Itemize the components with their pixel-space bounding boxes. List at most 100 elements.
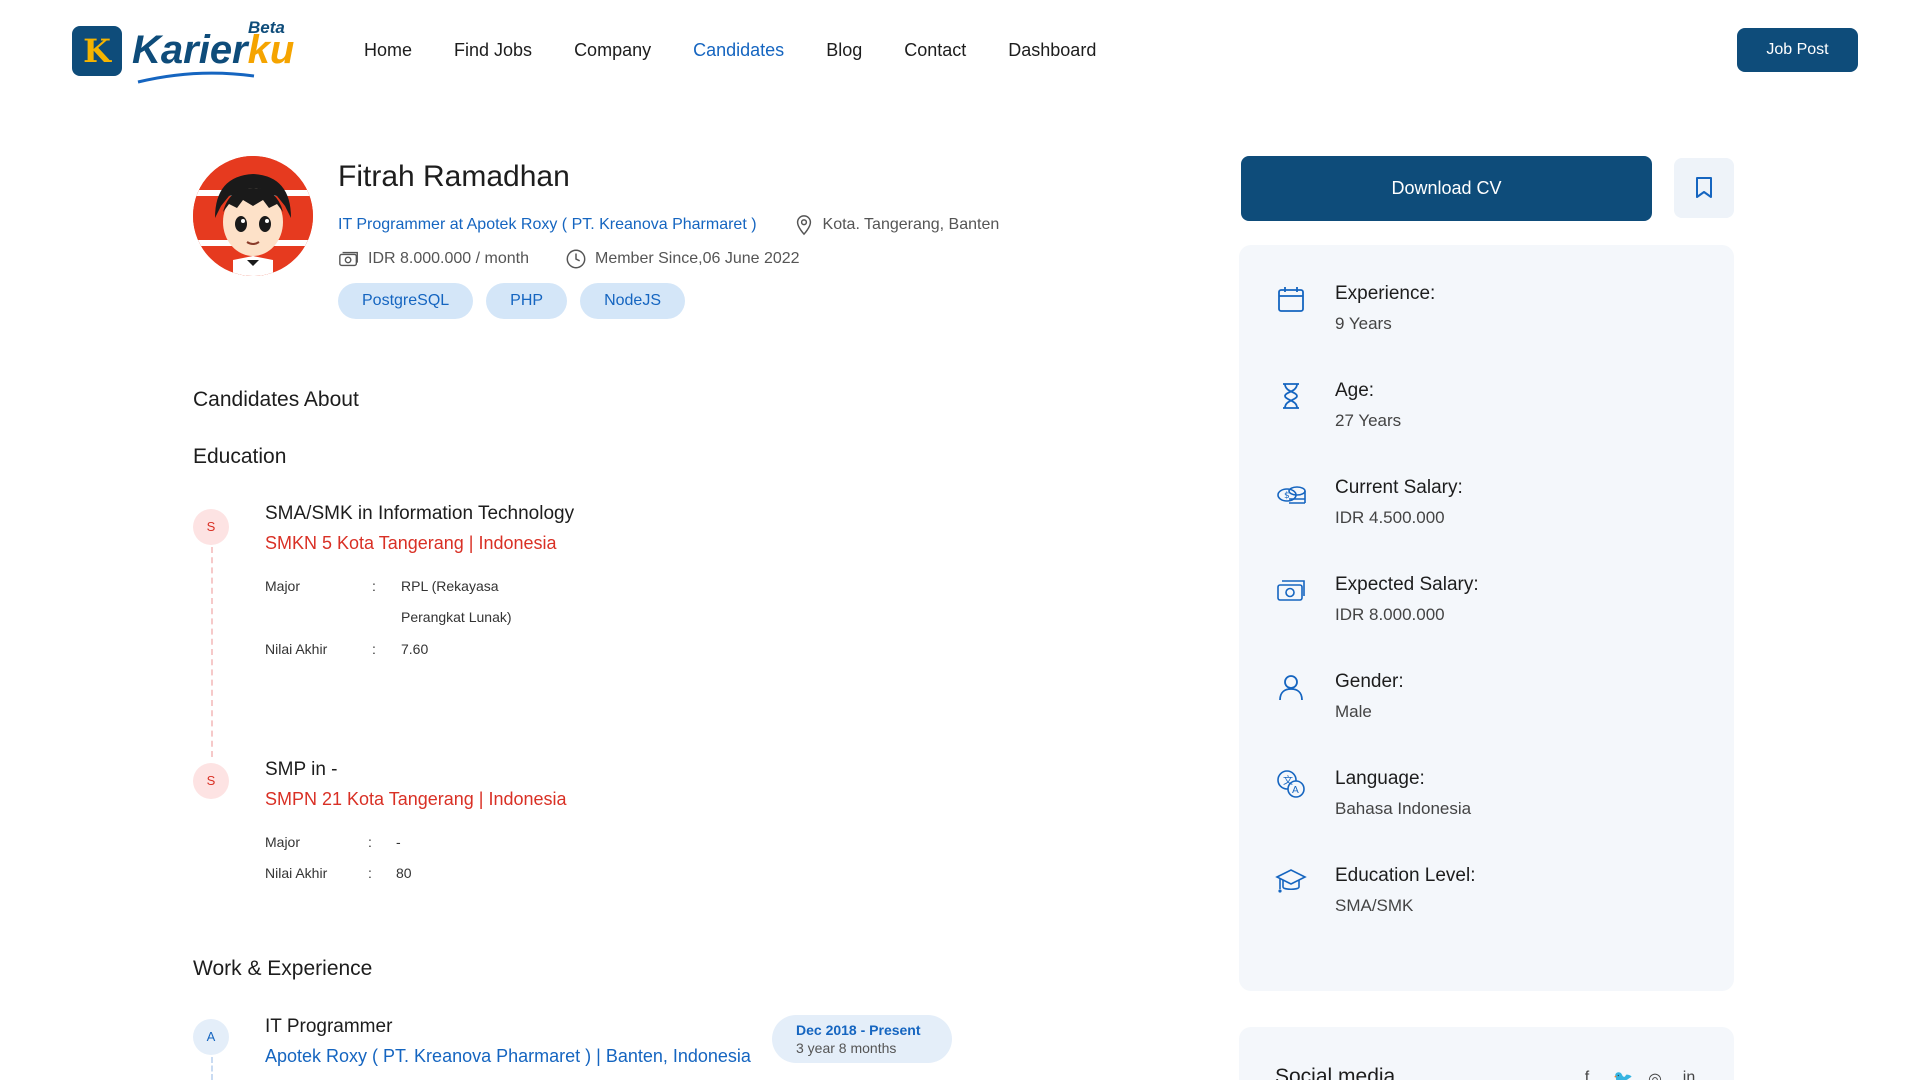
major-label: Major [265, 578, 301, 594]
calendar-icon [1278, 287, 1304, 312]
coins-icon: $ [1277, 486, 1306, 504]
work-company[interactable]: Apotek Roxy ( PT. Kreanova Pharmaret ) |… [265, 1046, 751, 1067]
skill-tags: PostgreSQL PHP NodeJS [338, 283, 685, 319]
money-icon [339, 251, 358, 267]
social-media-card: Social media f 🐦 ◎ in [1239, 1027, 1734, 1080]
overview-value: IDR 8.000.000 [1335, 605, 1445, 624]
clock-icon [566, 249, 586, 269]
candidate-location: Kota. Tangerang, Banten [822, 216, 1000, 233]
overview-age: Age: 27 Years [1239, 342, 1734, 430]
overview-current-salary: $ Current Salary: IDR 4.500.000 [1239, 439, 1734, 527]
education-school[interactable]: SMKN 5 Kota Tangerang | Indonesia [265, 533, 557, 554]
nav-home[interactable]: Home [364, 38, 412, 62]
timeline-dot: S [193, 763, 229, 799]
overview-education-level: Education Level: SMA/SMK [1239, 827, 1734, 915]
overview-gender: Gender: Male [1239, 633, 1734, 721]
candidate-salary: IDR 8.000.000 / month [368, 250, 529, 267]
graduation-cap-icon [1275, 869, 1307, 893]
timeline-line [211, 1057, 213, 1080]
facebook-icon[interactable]: f [1579, 1069, 1595, 1080]
colon: : [372, 578, 376, 594]
overview-value: IDR 4.500.000 [1335, 508, 1445, 527]
grade-label: Nilai Akhir [265, 865, 328, 881]
site-logo[interactable]: K Karierku Beta [72, 18, 302, 84]
work-heading: Work & Experience [193, 957, 373, 980]
user-icon [1279, 675, 1303, 701]
nav-candidates[interactable]: Candidates [693, 38, 784, 62]
timeline-line [211, 547, 213, 757]
nav-find-jobs[interactable]: Find Jobs [454, 38, 532, 62]
candidate-member-since: Member Since,06 June 2022 [594, 250, 800, 267]
overview-value: 27 Years [1335, 411, 1402, 430]
logo-letter: K [83, 32, 111, 70]
logo-swoosh [137, 71, 255, 84]
overview-label: Language: [1335, 768, 1425, 789]
major-label: Major [265, 834, 301, 850]
nav-dashboard[interactable]: Dashboard [1008, 38, 1096, 62]
work-title: IT Programmer [265, 1016, 393, 1037]
instagram-icon[interactable]: ◎ [1647, 1069, 1663, 1080]
overview-language: 文A Language: Bahasa Indonesia [1239, 730, 1734, 818]
about-heading: Candidates About [193, 388, 359, 411]
linkedin-icon[interactable]: in [1681, 1069, 1697, 1080]
overview-expected-salary: Expected Salary: IDR 8.000.000 [1239, 536, 1734, 624]
nav-contact[interactable]: Contact [904, 38, 966, 62]
timeline-dot: A [193, 1019, 229, 1055]
grade-value: 80 [396, 865, 412, 881]
overview-label: Experience: [1335, 283, 1436, 304]
overview-experience: Experience: 9 Years [1239, 245, 1734, 333]
svg-text:$: $ [1284, 491, 1290, 501]
social-icon-list: f 🐦 ◎ in [1579, 1069, 1697, 1080]
overview-value: SMA/SMK [1335, 896, 1414, 915]
education-heading: Education [193, 445, 287, 468]
main-nav: Home Find Jobs Company Candidates Blog C… [364, 38, 1138, 62]
logo-text-main: Karier [132, 28, 248, 72]
candidate-role[interactable]: IT Programmer at Apotek Roxy ( PT. Krean… [338, 216, 757, 234]
avatar-illustration [193, 156, 313, 276]
colon: : [368, 834, 372, 850]
overview-value: Bahasa Indonesia [1335, 799, 1472, 818]
overview-label: Gender: [1335, 671, 1404, 692]
timeline-dot: S [193, 509, 229, 545]
education-school[interactable]: SMPN 21 Kota Tangerang | Indonesia [265, 789, 567, 810]
job-post-button[interactable]: Job Post [1737, 28, 1858, 72]
candidate-overview-card: Experience: 9 Years Age: 27 Years $ Curr… [1239, 245, 1734, 991]
twitter-icon[interactable]: 🐦 [1613, 1069, 1633, 1080]
bookmark-icon [1696, 177, 1712, 198]
svg-text:A: A [1292, 785, 1299, 796]
work-date-range: Dec 2018 - Present [796, 1022, 921, 1038]
skill-tag[interactable]: NodeJS [580, 283, 685, 319]
skill-tag[interactable]: PostgreSQL [338, 283, 474, 319]
money-icon [1277, 580, 1305, 601]
nav-company[interactable]: Company [574, 38, 651, 62]
overview-label: Education Level: [1335, 865, 1476, 886]
education-title: SMA/SMK in Information Technology [265, 503, 575, 524]
overview-label: Age: [1335, 380, 1375, 401]
colon: : [368, 865, 372, 881]
logo-beta-label: Beta [248, 18, 285, 37]
bookmark-button[interactable] [1674, 158, 1734, 218]
overview-value: 9 Years [1335, 314, 1392, 333]
overview-label: Current Salary: [1335, 477, 1463, 498]
overview-label: Expected Salary: [1335, 574, 1479, 595]
candidate-avatar [193, 156, 313, 276]
candidate-name: Fitrah Ramadhan [338, 160, 570, 193]
major-value-line2: Perangkat Lunak) [401, 609, 512, 625]
major-value-line1: RPL (Rekayasa [401, 578, 499, 594]
location-pin-icon [796, 215, 811, 236]
nav-blog[interactable]: Blog [826, 38, 862, 62]
work-duration: 3 year 8 months [796, 1040, 897, 1056]
skill-tag[interactable]: PHP [486, 283, 568, 319]
social-media-title: Social media [1275, 1065, 1396, 1080]
major-value: - [396, 834, 401, 850]
overview-value: Male [1335, 702, 1372, 721]
candidate-salary-row: IDR 8.000.000 / month Member Since,06 Ju… [338, 248, 800, 270]
top-header: K Karierku Beta Home Find Jobs Company C… [0, 0, 1920, 100]
logo-badge: K [72, 26, 122, 76]
download-cv-button[interactable]: Download CV [1241, 156, 1652, 221]
language-icon: 文A [1277, 770, 1305, 798]
grade-value: 7.60 [401, 641, 429, 657]
work-date-badge: Dec 2018 - Present 3 year 8 months [772, 1015, 952, 1063]
education-title: SMP in - [265, 759, 338, 780]
candidate-role-row: IT Programmer at Apotek Roxy ( PT. Krean… [338, 214, 999, 236]
